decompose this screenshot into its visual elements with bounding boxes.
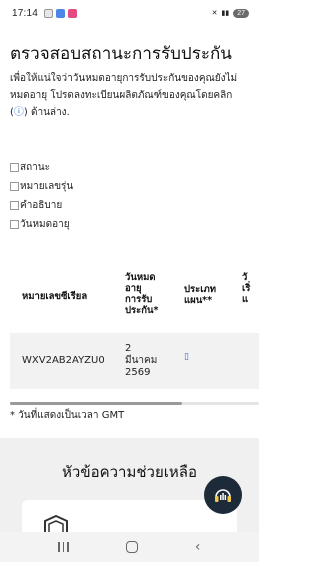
info-icon[interactable]: ⓘ bbox=[14, 107, 24, 118]
status-time: 17:14 bbox=[12, 7, 39, 19]
intro-line: หมดอายุ โปรดลงทะเบียนผลิตภัณฑ์ของคุณโดยค… bbox=[10, 90, 233, 101]
screen: 17:14 ✕ ▮▮ 27 ตรวจสอบสถานะการรับประกัน เ… bbox=[0, 0, 259, 562]
home-button[interactable] bbox=[125, 541, 138, 553]
chat-support-button[interactable] bbox=[204, 476, 242, 514]
notification-icons bbox=[44, 8, 78, 18]
filter-status[interactable]: สถานะ bbox=[10, 158, 73, 177]
checkbox[interactable] bbox=[10, 163, 19, 172]
checkbox[interactable] bbox=[10, 201, 19, 210]
warranty-table[interactable]: หมายเลขซีเรียล วันหมด อายุ การรับ ประกัน… bbox=[10, 244, 259, 406]
filter-description[interactable]: คำอธิบาย bbox=[10, 196, 73, 215]
checkbox[interactable] bbox=[10, 182, 19, 191]
signal-icon: ▮▮ bbox=[221, 9, 230, 17]
plan-type-icon[interactable]: ▯ bbox=[184, 351, 189, 363]
notification-app-icon bbox=[44, 8, 54, 18]
header-expiry: วันหมด อายุ การรับ ประกัน* bbox=[125, 272, 159, 316]
column-filters: สถานะ หมายเลขรุ่น คำอธิบาย วันหมดอายุ bbox=[10, 158, 73, 234]
table-row[interactable]: WXV2AB2AYZU0 2 มีนาคม 2569 ▯ bbox=[10, 333, 259, 389]
table-header: หมายเลขซีเรียล วันหมด อายุ การรับ ประกัน… bbox=[10, 244, 259, 333]
notification-app-icon bbox=[56, 8, 66, 18]
back-button[interactable]: ‹ bbox=[195, 539, 201, 555]
filter-model-number[interactable]: หมายเลขรุ่น bbox=[10, 177, 73, 196]
cell-serial: WXV2AB2AYZU0 bbox=[22, 355, 105, 366]
header-start-date: วั เริ่ แ bbox=[242, 272, 251, 305]
cell-expiry: 2 มีนาคม 2569 bbox=[125, 343, 158, 378]
status-bar: 17:14 ✕ ▮▮ 27 bbox=[0, 0, 259, 26]
header-plan-type: ประเภท แผน** bbox=[184, 284, 217, 306]
intro-line: ด้านล่าง. bbox=[27, 107, 70, 118]
intro-line: เพื่อให้แน่ใจว่าวันหมดอายุการรับประกันขอ… bbox=[10, 73, 238, 84]
recent-apps-button[interactable] bbox=[58, 542, 69, 552]
mute-icon: ✕ bbox=[211, 9, 218, 17]
intro-text: เพื่อให้แน่ใจว่าวันหมดอายุการรับประกันขอ… bbox=[10, 73, 238, 118]
system-icons: ✕ ▮▮ 27 bbox=[211, 8, 249, 18]
header-serial: หมายเลขซีเรียล bbox=[22, 291, 88, 302]
battery-indicator: 27 bbox=[233, 8, 249, 18]
footnote: * วันที่แสดงเป็นเวลา GMT bbox=[10, 410, 125, 421]
chat-icon bbox=[215, 489, 231, 502]
notification-app-icon bbox=[68, 8, 78, 18]
filter-expiry-date[interactable]: วันหมดอายุ bbox=[10, 215, 73, 234]
page-title: ตรวจสอบสถานะการรับประกัน bbox=[10, 44, 232, 64]
checkbox[interactable] bbox=[10, 220, 19, 229]
android-nav-bar: ‹ bbox=[0, 532, 259, 562]
horizontal-scrollbar[interactable] bbox=[10, 402, 182, 405]
